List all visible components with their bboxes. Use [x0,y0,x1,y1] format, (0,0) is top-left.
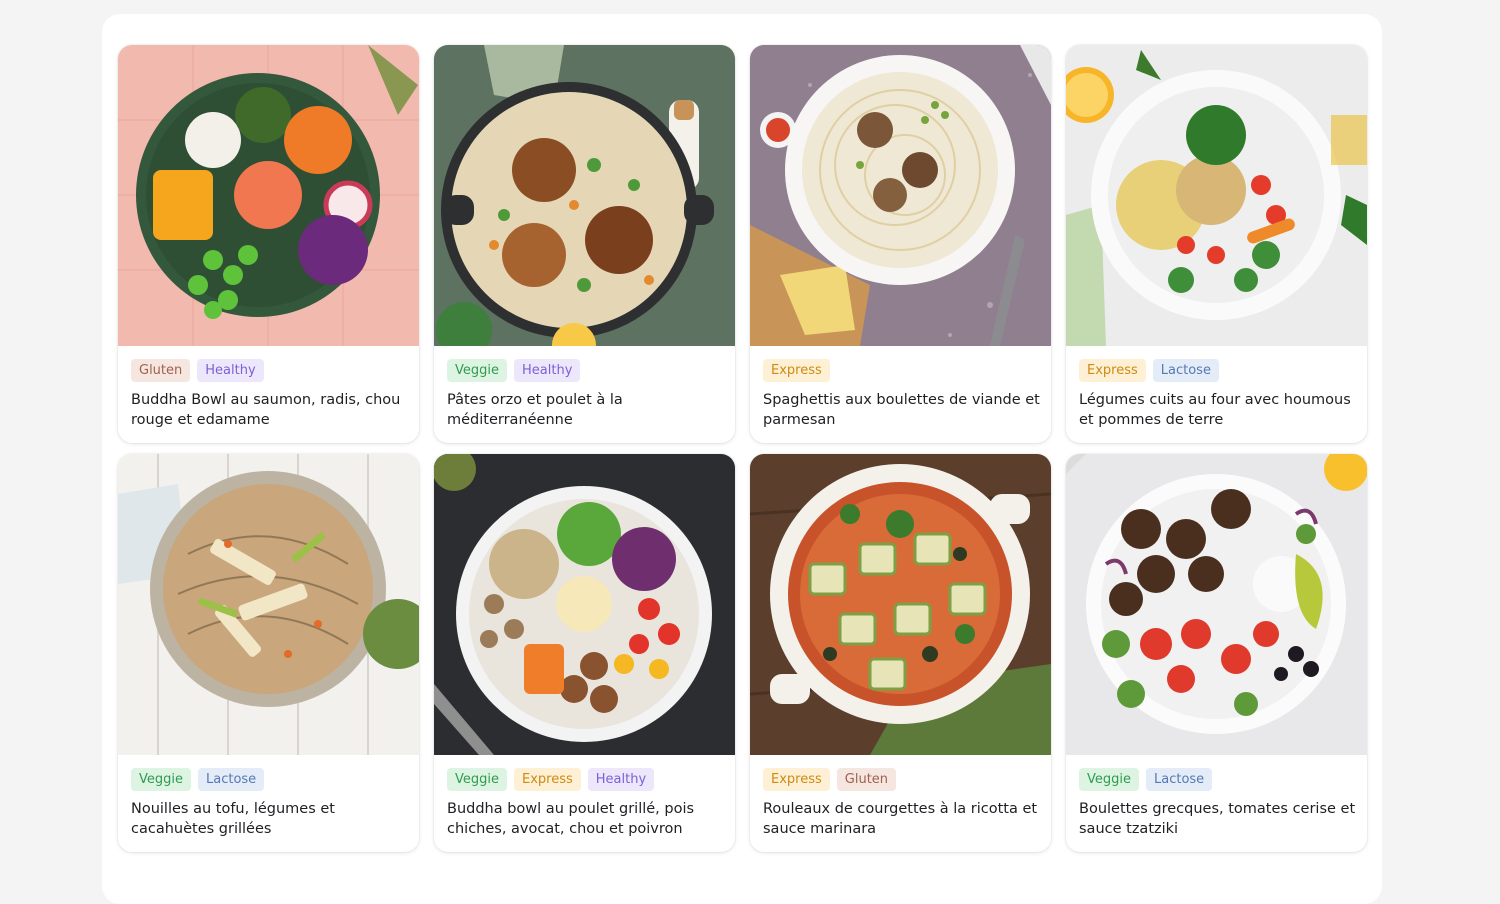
tag-lactose[interactable]: Lactose [1152,359,1219,382]
recipe-card[interactable]: Veggie Express Healthy Buddha bowl au po… [434,454,735,852]
recipe-title[interactable]: Légumes cuits au four avec houmous et po… [1079,391,1357,430]
tofu-noodles-image [118,454,419,755]
tag-list: Express Lactose [1079,359,1219,382]
tag-list: Veggie Lactose [1079,768,1213,791]
tag-list: Express Gluten [763,768,897,791]
tag-healthy[interactable]: Healthy [197,359,264,382]
recipe-card[interactable]: Express Gluten Rouleaux de courgettes à … [750,454,1051,852]
recipe-card[interactable]: Gluten Healthy Buddha Bowl au saumon, ra… [118,45,419,443]
chicken-buddha-bowl-image [434,454,735,755]
recipe-title[interactable]: Nouilles au tofu, légumes et cacahuètes … [131,800,409,839]
tag-veggie[interactable]: Veggie [131,768,191,791]
tag-gluten[interactable]: Gluten [131,359,191,382]
tag-express[interactable]: Express [763,359,830,382]
recipe-panel: Gluten Healthy Buddha Bowl au saumon, ra… [102,14,1382,904]
recipe-title[interactable]: Pâtes orzo et poulet à la méditerranéenn… [447,391,725,430]
recipe-title[interactable]: Spaghettis aux boulettes de viande et pa… [763,391,1041,430]
tag-veggie[interactable]: Veggie [447,359,507,382]
recipe-grid: Gluten Healthy Buddha Bowl au saumon, ra… [118,45,1367,852]
tag-veggie[interactable]: Veggie [447,768,507,791]
recipe-card[interactable]: Veggie Healthy Pâtes orzo et poulet à la… [434,45,735,443]
recipe-card[interactable]: Veggie Lactose Nouilles au tofu, légumes… [118,454,419,852]
tag-list: Veggie Healthy [447,359,581,382]
recipe-card[interactable]: Veggie Lactose Boulettes grecques, tomat… [1066,454,1367,852]
recipe-card[interactable]: Express Lactose Légumes cuits au four av… [1066,45,1367,443]
tag-express[interactable]: Express [763,768,830,791]
tag-list: Express [763,359,830,382]
spaghetti-meatballs-image [750,45,1051,346]
salmon-poke-bowl-image [118,45,419,346]
roasted-vegetables-bowl-image [1066,45,1367,346]
recipe-title[interactable]: Rouleaux de courgettes à la ricotta et s… [763,800,1041,839]
tag-healthy[interactable]: Healthy [514,359,581,382]
tag-list: Veggie Lactose [131,768,265,791]
tag-express[interactable]: Express [1079,359,1146,382]
tag-veggie[interactable]: Veggie [1079,768,1139,791]
tag-lactose[interactable]: Lactose [1146,768,1213,791]
tag-healthy[interactable]: Healthy [587,768,655,791]
tag-list: Veggie Express Healthy [447,768,655,791]
tag-lactose[interactable]: Lactose [198,768,265,791]
recipe-card[interactable]: Express Spaghettis aux boulettes de vian… [750,45,1051,443]
recipe-title[interactable]: Buddha bowl au poulet grillé, pois chich… [447,800,725,839]
tag-list: Gluten Healthy [131,359,264,382]
recipe-title[interactable]: Buddha Bowl au saumon, radis, chou rouge… [131,391,409,430]
recipe-title[interactable]: Boulettes grecques, tomates cerise et sa… [1079,800,1357,839]
tag-express[interactable]: Express [514,768,581,791]
greek-meatballs-image [1066,454,1367,755]
orzo-chicken-pan-image [434,45,735,346]
tag-gluten[interactable]: Gluten [836,768,897,791]
zucchini-rolls-image [750,454,1051,755]
